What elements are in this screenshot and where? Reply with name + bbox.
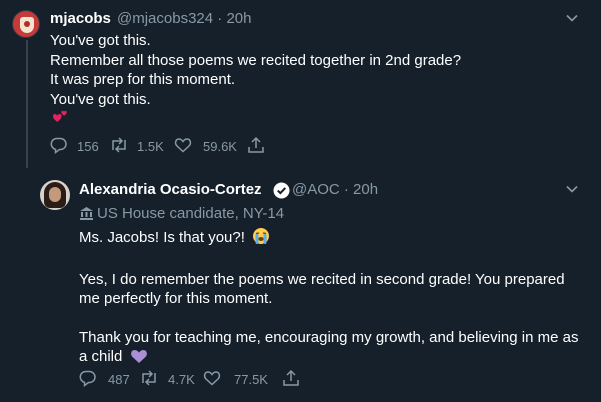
handle-and-time[interactable]: @AOC · 20h [292, 181, 378, 198]
tweet-text: You've got this. Remember all those poem… [50, 31, 580, 109]
display-name[interactable]: Alexandria Ocasio-Cortez [79, 181, 262, 198]
tweet-line: Remember all those poems we recited toge… [50, 51, 462, 69]
tweet-paragraph: Ms. Jacobs! Is that you?! [79, 227, 579, 251]
display-name[interactable]: mjacobs [50, 10, 111, 27]
candidate-text: US House candidate, NY-14 [97, 205, 285, 222]
reply-count: 156 [77, 139, 99, 154]
like-count: 59.6K [203, 139, 237, 154]
handle-and-time[interactable]: @mjacobs324 · 20h [117, 10, 251, 27]
retweet-count: 1.5K [137, 139, 164, 154]
tweet-aoc[interactable]: Alexandria Ocasio-Cortez @AOC · 20h US H… [0, 168, 601, 402]
chevron-down-icon[interactable] [565, 182, 579, 201]
like-count: 77.5K [234, 372, 268, 387]
tweet-paragraph: Yes, I do remember the poems we recited … [79, 270, 565, 308]
loudly-crying-face-icon [252, 227, 270, 251]
tweet-line: You've got this. [50, 32, 151, 49]
tweet-paragraph: Thank you for teaching me, encouraging m… [79, 328, 579, 370]
retweet-icon [142, 370, 156, 386]
reply-count: 487 [108, 372, 130, 387]
verified-badge-icon [273, 182, 290, 204]
tweet-text: Ms. Jacobs! Is that you?! Yes, I do reme… [79, 227, 579, 389]
retweet-count: 4.7K [168, 372, 195, 387]
purple-heart-icon [130, 348, 148, 370]
avatar-mjacobs[interactable] [12, 10, 40, 38]
reply-icon [79, 370, 96, 387]
heart-icon [174, 138, 192, 153]
tweet-line: You've got this. [50, 90, 151, 108]
share-icon [283, 369, 299, 386]
thread-line [26, 40, 28, 168]
tweet-mjacobs[interactable]: mjacobs @mjacobs324 · 20h You've got thi… [0, 0, 601, 168]
share-icon [248, 136, 264, 153]
avatar-aoc[interactable] [40, 180, 70, 210]
chevron-down-icon[interactable] [565, 11, 579, 30]
retweet-icon [112, 137, 126, 153]
government-building-icon [80, 207, 93, 220]
reply-icon [50, 137, 67, 154]
heart-emoji-icon [51, 108, 71, 131]
heart-icon [203, 371, 221, 386]
tweet-line: It was prep for this moment. [50, 71, 236, 88]
